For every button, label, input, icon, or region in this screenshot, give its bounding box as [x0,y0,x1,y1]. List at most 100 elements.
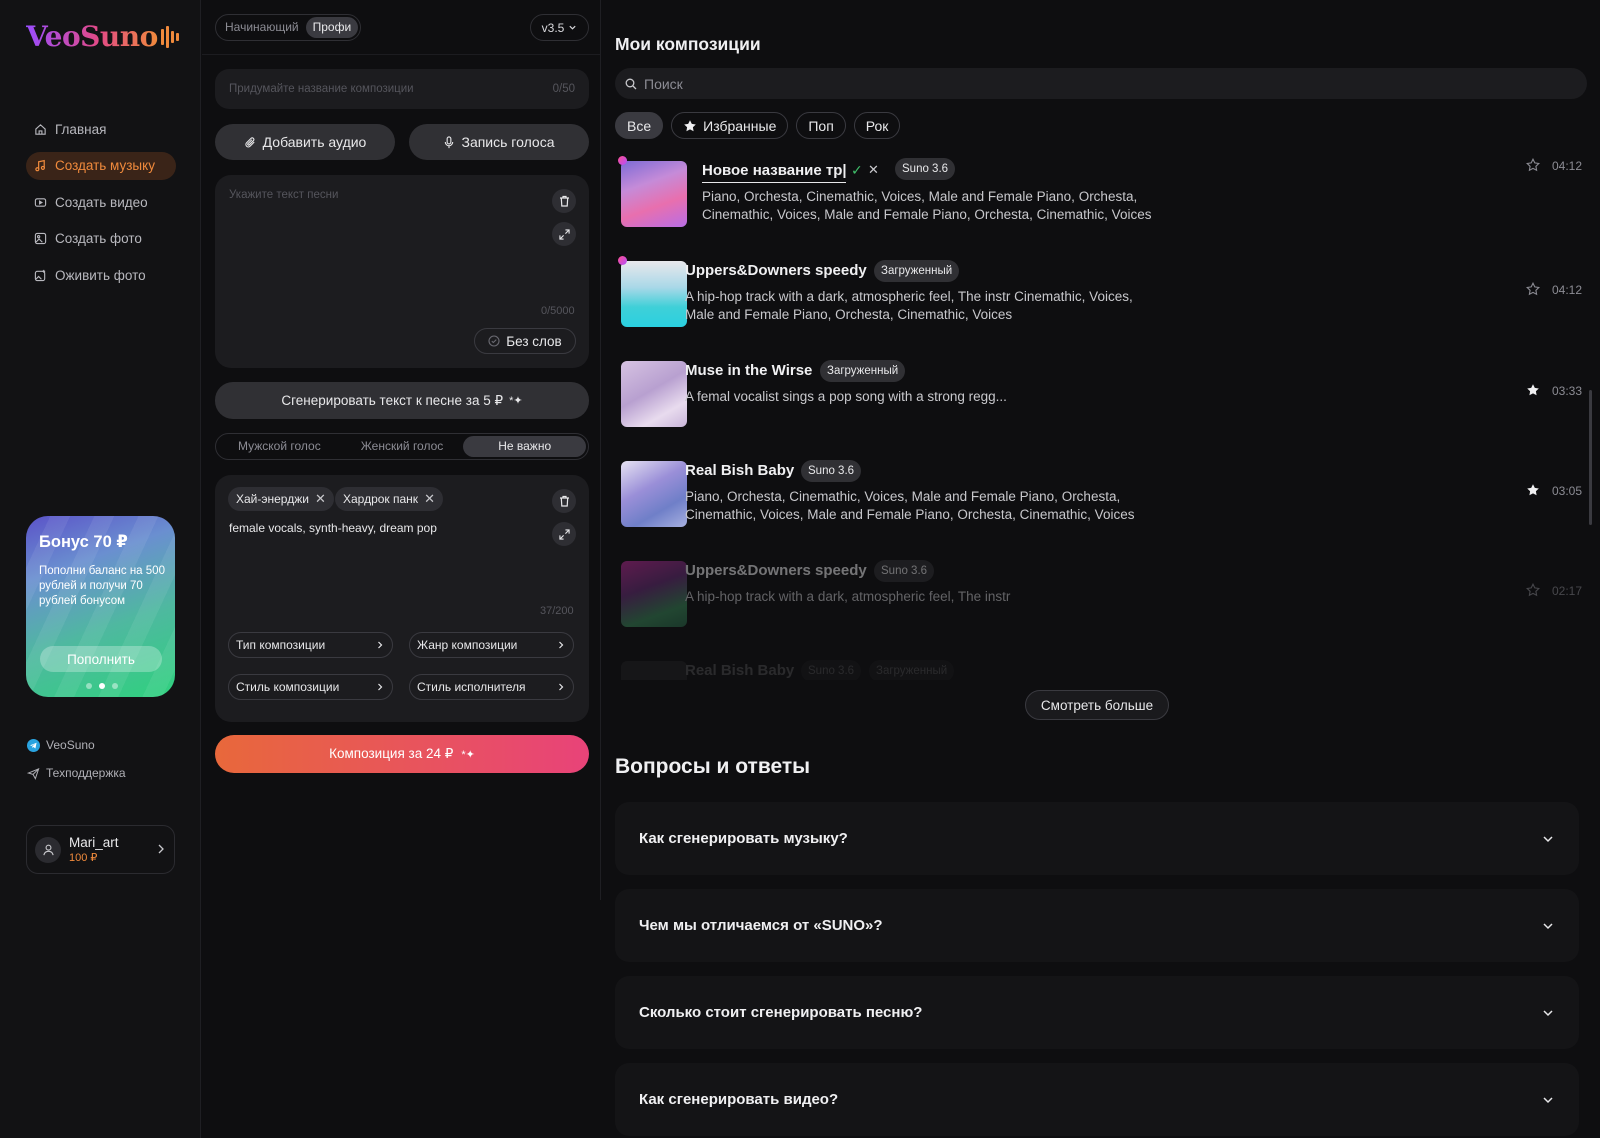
sidebar: VeoSuno Главная Создать музыку Создать в… [0,0,201,1138]
footer-links: VeoSuno Техподдержка [26,738,126,794]
remove-tag-icon[interactable]: ✕ [424,491,435,507]
instrumental-toggle[interactable]: Без слов [474,328,576,354]
top-up-button[interactable]: Пополнить [40,646,162,672]
animate-photo-icon [34,269,46,281]
faq-item[interactable]: Как сгенерировать видео? [615,1063,1579,1136]
nav-item-animate-photo[interactable]: Оживить фото [26,261,176,289]
track-cover [621,261,687,327]
trash-icon [559,195,569,207]
nav-item-create-video[interactable]: Создать видео [26,188,176,216]
style-tag-chip: Хардрок панк ✕ [335,487,443,511]
nav-item-label: Создать фото [55,231,142,246]
faq-question: Сколько стоит сгенерировать песню? [639,1004,923,1021]
track-duration: 04:12 [1552,283,1583,297]
model-badge: Suno 3.6 [801,660,862,680]
track-list-scrollbar[interactable] [1589,390,1592,525]
cancel-close-icon[interactable]: ✕ [868,162,879,178]
composition-type-select[interactable]: Тип композиции [228,632,393,658]
composition-genre-select[interactable]: Жанр композиции [409,632,574,658]
nav-item-create-music[interactable]: Создать музыку [26,151,176,180]
chevron-right-icon [378,683,383,691]
nav-item-label: Создать музыку [55,158,155,173]
clear-style-button[interactable] [552,489,576,513]
track-row[interactable]: Новое название тр| ✓ ✕ Suno 3.6 Piano, O… [615,152,1587,252]
logo-soundwave-icon [160,25,179,48]
faq-item[interactable]: Сколько стоит сгенерировать песню? [615,976,1579,1049]
compose-button-label: Композиция за 24 ₽ [329,746,454,761]
track-row[interactable]: Muse in the Wirse Загруженный A femal vo… [615,352,1587,452]
search-input[interactable]: Поиск [615,68,1587,99]
user-profile[interactable]: Mari_art 100 ₽ [26,825,175,874]
track-row[interactable]: Real Bish Baby Suno 3.6 Piano, Orchesta,… [615,452,1587,552]
track-row[interactable]: Uppers&Downers speedy Загруженный A hip-… [615,252,1587,352]
confirm-check-icon[interactable]: ✓ [851,162,863,179]
select-label: Тип композиции [236,638,326,652]
faq-item[interactable]: Чем мы отличаемся от «SUNO»? [615,889,1579,962]
user-name: Mari_art [69,835,119,850]
voice-male-tab[interactable]: Мужской голос [218,436,341,457]
track-list: Новое название тр| ✓ ✕ Suno 3.6 Piano, O… [615,152,1587,680]
filter-rock[interactable]: Рок [853,112,901,139]
telegram-link[interactable]: VeoSuno [26,738,126,752]
clear-lyrics-button[interactable] [552,189,576,213]
new-track-indicator [618,256,627,265]
artist-style-select[interactable]: Стиль исполнителя [409,674,574,700]
star-outline-icon[interactable] [1526,583,1540,597]
track-row[interactable]: Uppers&Downers speedy Suno 3.6 A hip-hop… [615,552,1587,652]
title-input[interactable]: Придумайте название композиции 0/50 [215,69,589,109]
nav-item-create-photo[interactable]: Создать фото [26,225,176,253]
expand-style-button[interactable] [552,522,576,546]
carousel-dot[interactable] [112,683,118,689]
lyrics-char-counter: 0/5000 [541,305,575,317]
star-filled-icon[interactable] [1526,383,1540,397]
carousel-dot[interactable] [86,683,92,689]
mode-pro-tab[interactable]: Профи [305,17,359,38]
style-input[interactable]: Хай-энерджи ✕ Хардрок панк ✕ female voca… [215,475,589,722]
model-badge: Suno 3.6 [801,460,862,482]
star-outline-icon[interactable] [1526,282,1540,296]
paperclip-icon [245,136,255,147]
nav-item-home[interactable]: Главная [26,115,176,143]
logo-text: VeoSuno [26,20,158,53]
logo[interactable]: VeoSuno [26,20,179,53]
filter-favorites[interactable]: Избранные [671,112,789,139]
voice-female-tab[interactable]: Женский голос [341,436,464,457]
support-link[interactable]: Техподдержка [26,766,126,780]
track-title: Muse in the Wirse [685,362,813,379]
track-title-input[interactable]: Новое название тр| [702,162,847,179]
composition-style-select[interactable]: Стиль композиции [228,674,393,700]
faq-item[interactable]: Как сгенерировать музыку? [615,802,1579,875]
version-select[interactable]: v3.5 [530,14,589,41]
faq-heading: Вопросы и ответы [615,755,811,778]
expand-icon [558,228,570,240]
faq-question: Как сгенерировать видео? [639,1091,839,1108]
star-filled-icon[interactable] [1526,483,1540,497]
add-audio-button[interactable]: Добавить аудио [215,124,395,160]
mode-beginner-tab[interactable]: Начинающий [218,17,306,38]
record-voice-button[interactable]: Запись голоса [409,124,589,160]
track-title: Real Bish Baby [685,662,795,679]
filter-all[interactable]: Все [615,112,664,139]
expand-lyrics-button[interactable] [552,222,576,246]
star-outline-icon[interactable] [1526,158,1540,172]
carousel-dot-active[interactable] [99,683,105,689]
voice-any-tab[interactable]: Не важно [463,436,587,457]
star-filled-icon [684,119,696,131]
record-voice-label: Запись голоса [461,134,555,150]
version-value: v3.5 [541,20,565,35]
generate-lyrics-button[interactable]: Сгенерировать текст к песне за 5 ₽ *✦ [215,382,589,419]
search-icon [625,78,637,89]
title-char-counter: 0/50 [552,83,575,95]
chevron-down-icon [1543,835,1553,842]
divider [202,54,600,55]
remove-tag-icon[interactable]: ✕ [315,491,326,507]
model-badge: Suno 3.6 [895,158,956,180]
lyrics-textarea[interactable]: Укажите текст песни 0/5000 Без слов [215,175,589,368]
bonus-title: Бонус 70 ₽ [39,533,128,551]
compose-button[interactable]: Композиция за 24 ₽ *✦ [215,735,589,773]
select-label: Жанр композиции [417,638,518,652]
see-more-button[interactable]: Смотреть больше [1025,690,1169,720]
track-row[interactable]: Real Bish Baby Suno 3.6 Загруженный [615,652,1587,680]
app: VeoSuno Главная Создать музыку Создать в… [0,0,1600,1138]
filter-pop[interactable]: Поп [796,112,846,139]
